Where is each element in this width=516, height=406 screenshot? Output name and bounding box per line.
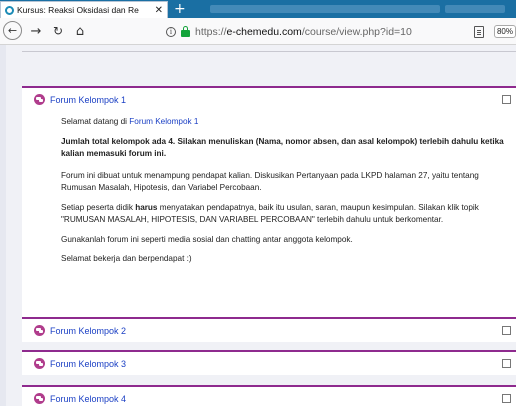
back-arrow-icon: ← (7, 24, 18, 37)
new-tab-button[interactable]: + (174, 1, 186, 17)
closing-paragraph: Selamat bekerja dan berpendapat :) (61, 254, 192, 263)
reader-view-icon[interactable] (474, 26, 484, 38)
left-sidebar-edge (0, 45, 6, 406)
tab-bar: Kursus: Reaksi Oksidasi dan Re ✕ + (0, 0, 516, 18)
instruction-paragraph: Setiap peserta didik harus menyatakan pe… (61, 202, 479, 225)
home-button[interactable]: ⌂ (70, 21, 90, 41)
forum-icon (34, 393, 45, 404)
forum-icon (34, 94, 45, 105)
back-button[interactable]: ← (3, 21, 22, 40)
forum-section-3: Forum Kelompok 3 (22, 350, 516, 375)
forward-button[interactable]: → (26, 21, 46, 41)
completion-checkbox[interactable] (502, 394, 511, 403)
zoom-level-badge[interactable]: 80% (494, 25, 516, 38)
background-tab[interactable] (210, 5, 440, 13)
home-icon: ⌂ (75, 23, 85, 39)
forum-icon (34, 325, 45, 336)
background-tab-2[interactable] (445, 5, 505, 13)
forum-section-2: Forum Kelompok 2 (22, 317, 516, 342)
purpose-paragraph: Forum ini dibuat untuk menampung pendapa… (61, 170, 479, 193)
group-note: Jumlah total kelompok ada 4. Silakan men… (61, 136, 504, 159)
forum-link-3[interactable]: Forum Kelompok 3 (50, 359, 126, 369)
forward-arrow-icon: → (30, 23, 42, 39)
tab-title: Kursus: Reaksi Oksidasi dan Re (17, 5, 139, 15)
address-bar[interactable]: i https://e-chemedu.com/course/view.php?… (166, 22, 516, 41)
tab-course[interactable]: Kursus: Reaksi Oksidasi dan Re ✕ (0, 1, 168, 18)
page-content: Forum Kelompok 1 Selamat datang di Forum… (0, 45, 516, 406)
forum-header: Forum Kelompok 2 (34, 325, 126, 336)
navigation-bar: ← → ↻ ⌂ i https://e-chemedu.com/course/v… (0, 18, 516, 45)
forum-description: Selamat datang di Forum Kelompok 1 Jumla… (61, 116, 509, 273)
forum-header: Forum Kelompok 1 (34, 94, 126, 105)
info-icon[interactable]: i (166, 26, 176, 37)
url-text[interactable]: https://e-chemedu.com/course/view.php?id… (195, 26, 412, 38)
completion-checkbox[interactable] (502, 359, 511, 368)
usage-paragraph: Gunakanlah forum ini seperti media sosia… (61, 234, 353, 244)
top-divider (22, 51, 516, 52)
completion-checkbox[interactable] (502, 326, 511, 335)
forum-section-1: Forum Kelompok 1 Selamat datang di Forum… (22, 86, 516, 329)
reload-icon: ↻ (52, 24, 64, 38)
forum-link-4[interactable]: Forum Kelompok 4 (50, 394, 126, 404)
forum-link-1[interactable]: Forum Kelompok 1 (50, 95, 126, 105)
tab-close-icon[interactable]: ✕ (155, 5, 163, 16)
welcome-forum-link[interactable]: Forum Kelompok 1 (129, 117, 198, 126)
forum-header: Forum Kelompok 4 (34, 393, 126, 404)
site-favicon-icon (5, 5, 14, 15)
lock-icon[interactable] (181, 26, 190, 37)
forum-section-4: Forum Kelompok 4 (22, 385, 516, 406)
forum-link-2[interactable]: Forum Kelompok 2 (50, 326, 126, 336)
reload-button[interactable]: ↻ (48, 21, 68, 41)
forum-header: Forum Kelompok 3 (34, 358, 126, 369)
forum-icon (34, 358, 45, 369)
welcome-text: Selamat datang di Forum Kelompok 1 (61, 117, 199, 126)
completion-checkbox[interactable] (502, 95, 511, 104)
